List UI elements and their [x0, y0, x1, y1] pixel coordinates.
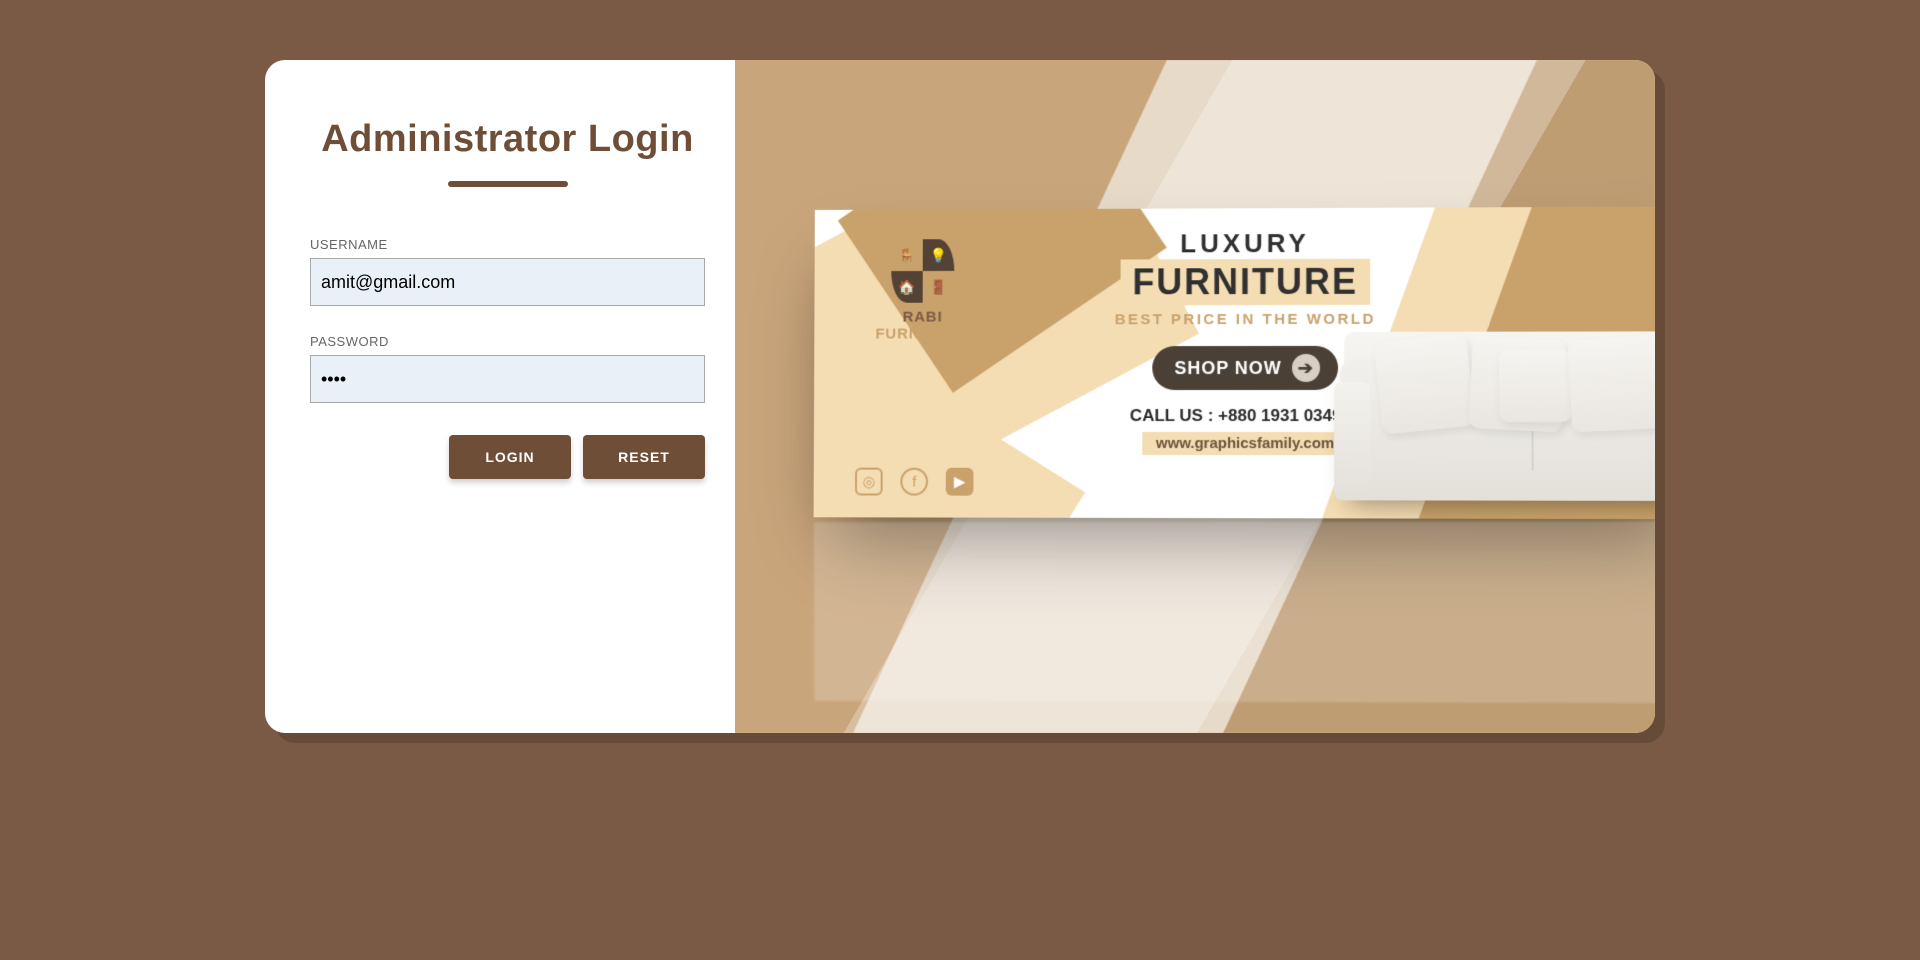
banner-panel: 🪑 💡 🏠 🚪 RABI FURNITURE LUXURY FURNITURE …: [735, 60, 1655, 733]
social-row: ◎ f ▶: [855, 468, 974, 496]
logo-quadrant: 🪑: [891, 239, 923, 271]
facebook-icon[interactable]: f: [900, 468, 928, 496]
website-chip: www.graphicsfamily.com: [1142, 432, 1348, 455]
shop-now-button[interactable]: SHOP NOW ➔: [1152, 346, 1338, 390]
logo-quadrant: 🚪: [923, 271, 955, 303]
brand-logo: 🪑 💡 🏠 🚪 RABI FURNITURE: [854, 239, 992, 342]
sofa-cushion: [1499, 350, 1572, 422]
title-underline: [448, 181, 568, 187]
page-title: Administrator Login: [310, 118, 705, 161]
login-panel: Administrator Login USERNAME PASSWORD LO…: [265, 60, 735, 733]
brand-name-a: RABI: [903, 309, 943, 326]
logo-quadrant: 💡: [923, 239, 955, 271]
login-button[interactable]: LOGIN: [449, 435, 571, 479]
furniture-banner: 🪑 💡 🏠 🚪 RABI FURNITURE LUXURY FURNITURE …: [814, 206, 1655, 519]
banner-reflection: [814, 522, 1655, 704]
shop-now-label: SHOP NOW: [1174, 357, 1282, 378]
brand-name: RABI FURNITURE: [854, 309, 992, 343]
sofa-illustration: [1340, 309, 1655, 501]
reset-button[interactable]: RESET: [583, 435, 705, 479]
headline-big: FURNITURE: [1121, 259, 1371, 306]
username-input[interactable]: [310, 258, 705, 306]
logo-quadrant: 🏠: [891, 271, 923, 303]
headline-small: LUXURY: [1091, 228, 1400, 260]
arrow-right-icon: ➔: [1292, 354, 1320, 382]
brand-name-b: FURNITURE: [875, 325, 969, 342]
sofa-cushion: [1567, 335, 1655, 432]
youtube-icon[interactable]: ▶: [946, 468, 974, 496]
sofa-cushion: [1374, 333, 1476, 435]
sofa-arm: [1334, 382, 1370, 500]
call-label: CALL US :: [1130, 406, 1218, 425]
button-row: LOGIN RESET: [310, 435, 705, 479]
password-label: PASSWORD: [310, 334, 705, 349]
login-card: Administrator Login USERNAME PASSWORD LO…: [265, 60, 1655, 733]
instagram-icon[interactable]: ◎: [855, 468, 883, 496]
username-label: USERNAME: [310, 237, 705, 252]
password-input[interactable]: [310, 355, 705, 403]
brand-logo-icon: 🪑 💡 🏠 🚪: [891, 239, 954, 303]
